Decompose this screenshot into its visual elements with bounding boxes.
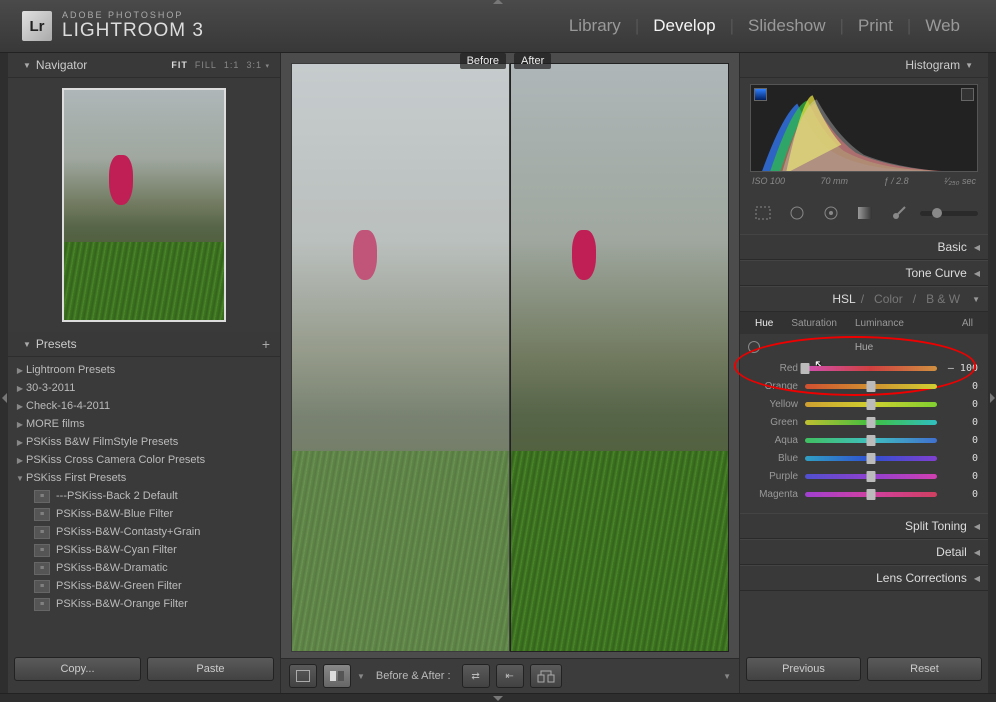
filmstrip-handle[interactable] <box>0 693 996 702</box>
copy-before-button[interactable]: ⇤ <box>496 664 524 688</box>
preset-item[interactable]: ≡PSKiss-B&W-Cyan Filter <box>8 541 280 559</box>
target-adjust-icon[interactable] <box>748 341 760 353</box>
histogram[interactable] <box>750 84 978 172</box>
brand-line1: ADOBE PHOTOSHOP <box>62 10 204 20</box>
paste-button[interactable]: Paste <box>147 657 274 681</box>
presets-title: Presets <box>36 337 77 351</box>
after-label: After <box>514 53 551 69</box>
crop-tool-icon[interactable] <box>750 202 776 224</box>
exif-strip: ISO 10070 mmƒ / 2.8¹⁄₂₅₀ sec <box>750 172 978 190</box>
swap-button[interactable]: ⇄ <box>462 664 490 688</box>
before-label: Before <box>460 53 506 69</box>
module-library[interactable]: Library <box>555 16 635 36</box>
compare-mode-label: Before & After : <box>376 670 451 682</box>
brand-line2: LIGHTROOM 3 <box>62 20 204 42</box>
hue-slider-orange[interactable]: Orange0 <box>750 377 978 395</box>
brush-tool-icon[interactable] <box>886 202 912 224</box>
left-panel-handle[interactable] <box>0 53 8 693</box>
hsl-subtabs: Hue Saturation Luminance All <box>740 312 988 334</box>
navigator-zoom-options[interactable]: FIT FILL 1:1 3:1 ▾ <box>171 60 270 70</box>
hsl-panel-title: Hue <box>750 342 978 353</box>
module-slideshow[interactable]: Slideshow <box>734 16 840 36</box>
navigator-header[interactable]: ▼Navigator FIT FILL 1:1 3:1 ▾ <box>8 53 280 78</box>
brush-size-slider[interactable] <box>920 211 978 216</box>
split-toning-section-header[interactable]: Split Toning◀ <box>740 513 988 539</box>
histogram-header[interactable]: Histogram▼ <box>740 53 988 78</box>
module-picker: Library| Develop| Slideshow| Print| Web <box>555 16 974 36</box>
right-panel-handle[interactable] <box>988 53 996 693</box>
reset-button[interactable]: Reset <box>867 657 982 681</box>
navigator-thumbnail[interactable] <box>62 88 226 322</box>
view-compare-button[interactable] <box>323 664 351 688</box>
redeye-tool-icon[interactable] <box>818 202 844 224</box>
preset-folder[interactable]: ▶MORE films <box>8 415 280 433</box>
preset-item[interactable]: ≡---PSKiss-Back 2 Default <box>8 487 280 505</box>
preset-item[interactable]: ≡PSKiss-B&W-Blue Filter <box>8 505 280 523</box>
copy-after-button[interactable] <box>530 664 562 688</box>
app-logo: Lr <box>22 11 52 41</box>
preset-item[interactable]: ≡PSKiss-B&W-Contasty+Grain <box>8 523 280 541</box>
preset-folder[interactable]: ▶PSKiss Cross Camera Color Presets <box>8 451 280 469</box>
basic-section-header[interactable]: Basic◀ <box>740 234 988 260</box>
hue-slider-blue[interactable]: Blue0 <box>750 449 978 467</box>
copy-button[interactable]: Copy... <box>14 657 141 681</box>
preset-item[interactable]: ≡PSKiss-B&W-Green Filter <box>8 577 280 595</box>
after-image[interactable] <box>510 63 729 652</box>
histogram-title: Histogram <box>905 58 960 72</box>
presets-list: ▶Lightroom Presets▶30-3-2011▶Check-16-4-… <box>8 357 280 651</box>
hsl-tab-saturation[interactable]: Saturation <box>782 318 846 329</box>
gradient-tool-icon[interactable] <box>852 202 878 224</box>
hsl-tab-luminance[interactable]: Luminance <box>846 318 913 329</box>
hue-slider-magenta[interactable]: Magenta0 <box>750 485 978 503</box>
module-print[interactable]: Print <box>844 16 907 36</box>
detail-section-header[interactable]: Detail◀ <box>740 539 988 565</box>
presets-header[interactable]: ▼Presets + <box>8 332 280 357</box>
toolbar-menu-icon[interactable]: ▼ <box>723 672 731 681</box>
add-preset-icon[interactable]: + <box>262 336 270 352</box>
title-bar: Lr ADOBE PHOTOSHOP LIGHTROOM 3 Library| … <box>0 0 996 53</box>
module-web[interactable]: Web <box>911 16 974 36</box>
app-brand: ADOBE PHOTOSHOP LIGHTROOM 3 <box>62 10 204 42</box>
lens-section-header[interactable]: Lens Corrections◀ <box>740 565 988 591</box>
hsl-tab-hue[interactable]: Hue <box>746 318 782 329</box>
module-develop[interactable]: Develop <box>639 16 729 36</box>
hsl-hue-panel: Hue ↖ Red– 100Orange0Yellow0Green0Aqua0B… <box>740 334 988 513</box>
navigator-title: Navigator <box>36 58 87 72</box>
preset-folder[interactable]: ▶30-3-2011 <box>8 379 280 397</box>
preset-folder[interactable]: ▶Check-16-4-2011 <box>8 397 280 415</box>
spot-tool-icon[interactable] <box>784 202 810 224</box>
preset-folder[interactable]: ▶PSKiss B&W FilmStyle Presets <box>8 433 280 451</box>
preset-folder[interactable]: ▶Lightroom Presets <box>8 361 280 379</box>
preset-item[interactable]: ≡PSKiss-B&W-Orange Filter <box>8 595 280 613</box>
preset-item[interactable]: ≡PSKiss-B&W-Dramatic <box>8 559 280 577</box>
before-image[interactable] <box>291 63 510 652</box>
hue-slider-red[interactable]: Red– 100 <box>750 359 978 377</box>
view-loupe-button[interactable] <box>289 664 317 688</box>
top-panel-handle[interactable] <box>493 0 503 4</box>
hsl-section-header[interactable]: HSL/Color/B & W▼ <box>740 286 988 312</box>
tonecurve-section-header[interactable]: Tone Curve◀ <box>740 260 988 286</box>
toolbar: ▼ Before & After : ⇄ ⇤ ▼ <box>281 658 739 693</box>
hue-slider-purple[interactable]: Purple0 <box>750 467 978 485</box>
previous-button[interactable]: Previous <box>746 657 861 681</box>
hue-slider-aqua[interactable]: Aqua0 <box>750 431 978 449</box>
image-viewer: Before After <box>281 53 739 658</box>
hsl-tab-all[interactable]: All <box>953 318 982 329</box>
hue-slider-yellow[interactable]: Yellow0 <box>750 395 978 413</box>
hue-slider-green[interactable]: Green0 <box>750 413 978 431</box>
preset-folder[interactable]: ▼PSKiss First Presets <box>8 469 280 487</box>
develop-tool-strip <box>740 196 988 234</box>
